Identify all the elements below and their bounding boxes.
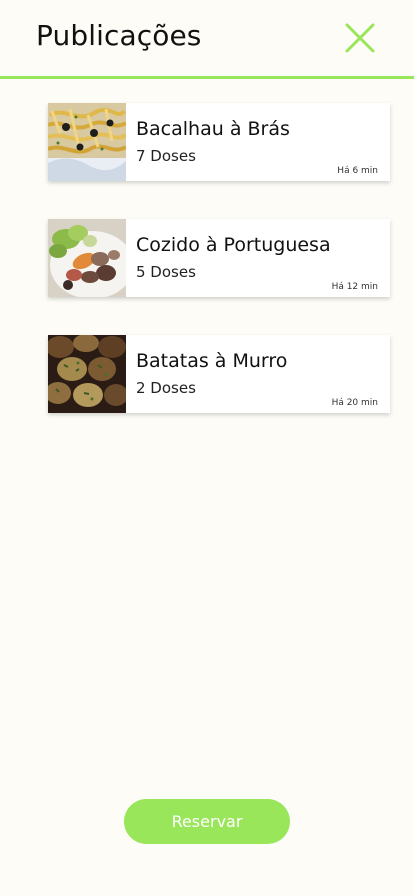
header-divider [0,76,414,79]
publication-doses: 2 Doses [136,379,196,397]
header: Publicações [0,0,414,78]
publication-time: Há 20 min [331,398,378,408]
bacalhau-photo [48,103,126,181]
publication-doses: 5 Doses [136,263,196,281]
batatas-photo [48,335,126,413]
publication-doses: 7 Doses [136,147,196,165]
publication-name: Cozido à Portuguesa [136,234,331,256]
publication-name: Batatas à Murro [136,350,288,372]
publication-time: Há 12 min [331,282,378,292]
close-icon [345,23,375,53]
cozido-photo [48,219,126,297]
page-title: Publicações [36,19,202,52]
publication-time: Há 6 min [337,166,378,176]
publication-name: Bacalhau à Brás [136,118,290,140]
publication-card[interactable]: Bacalhau à Brás 7 Doses Há 6 min [48,103,390,181]
publication-card[interactable]: Batatas à Murro 2 Doses Há 20 min [48,335,390,413]
publication-card[interactable]: Cozido à Portuguesa 5 Doses Há 12 min [48,219,390,297]
reserve-button[interactable]: Reservar [124,799,290,844]
close-button[interactable] [344,22,376,54]
